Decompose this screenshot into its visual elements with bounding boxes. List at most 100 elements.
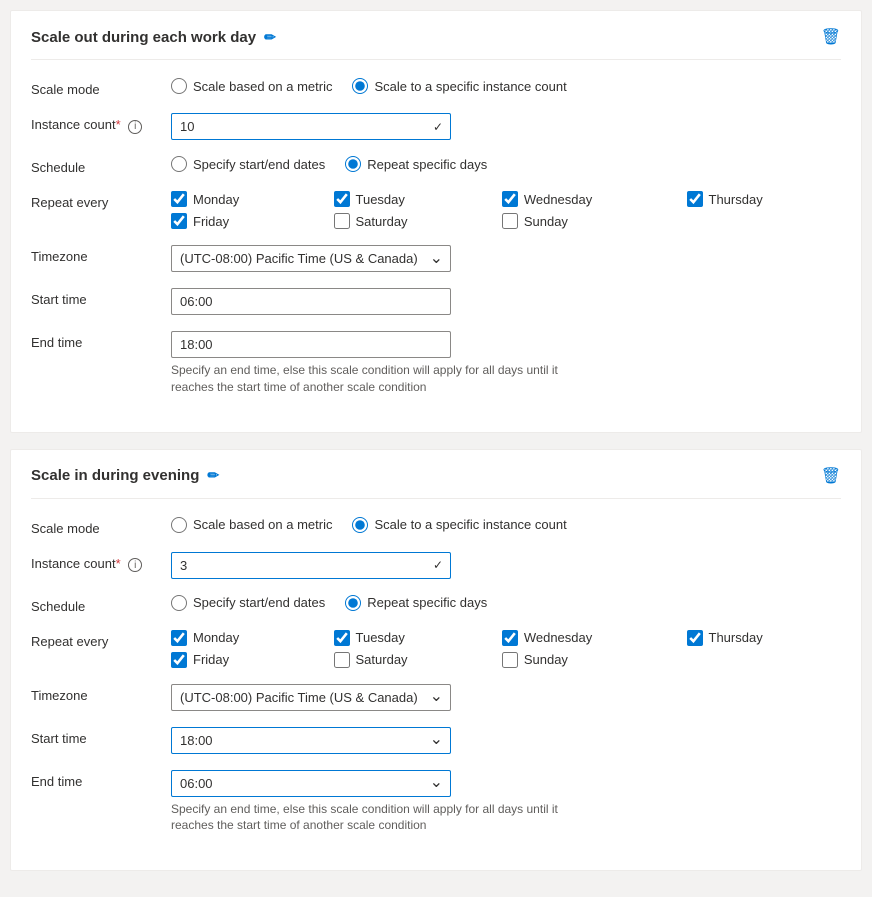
card2-schedule-dates-label: Specify start/end dates [193,595,325,610]
card1-start-time-control [171,288,841,315]
card2-day-sunday[interactable]: Sunday [502,652,671,668]
card2-timezone-label: Timezone [31,684,171,703]
card1-instance-info-icon[interactable]: i [128,120,142,134]
card2-end-time-wrapper: 06:00 [171,770,451,797]
card1-title: Scale out during each work day ✏ [31,29,276,46]
card2-scale-instance-label: Scale to a specific instance count [374,517,566,532]
card2-start-time-row: Start time 18:00 [31,727,841,754]
card1-scale-mode-control: Scale based on a metric Scale to a speci… [171,78,841,94]
card1-day-tuesday[interactable]: Tuesday [334,191,486,207]
card2-end-time-hint: Specify an end time, else this scale con… [171,801,591,835]
card1-delete-icon[interactable]: 🗑 [821,27,841,47]
card1-day-friday[interactable]: Friday [171,213,318,229]
card1-scale-mode-label: Scale mode [31,78,171,97]
card2-repeat-every-row: Repeat every Monday Tuesday Wednesday Th… [31,630,841,668]
card1-repeat-every-control: Monday Tuesday Wednesday Thursday Friday [171,191,841,229]
card2-schedule-control: Specify start/end dates Repeat specific … [171,595,841,611]
card2-scale-mode-control: Scale based on a metric Scale to a speci… [171,517,841,533]
card1-timezone-wrapper: (UTC-08:00) Pacific Time (US & Canada) [171,245,451,272]
card2-days-grid: Monday Tuesday Wednesday Thursday Friday [171,630,841,668]
card2-timezone-wrapper: (UTC-08:00) Pacific Time (US & Canada) [171,684,451,711]
card1-day-wednesday-label: Wednesday [524,192,592,207]
card2-timezone-select[interactable]: (UTC-08:00) Pacific Time (US & Canada) [171,684,451,711]
card1-header: Scale out during each work day ✏ 🗑 [31,27,841,60]
card1-day-saturday[interactable]: Saturday [334,213,486,229]
card2-edit-icon[interactable]: ✏ [207,467,219,484]
card2-title: Scale in during evening ✏ [31,467,219,484]
card1-scale-metric-option[interactable]: Scale based on a metric [171,78,332,94]
card2-instance-count-input[interactable] [171,552,451,579]
card1-instance-input-wrapper [171,113,451,140]
card1-instance-count-control [171,113,841,140]
card1-timezone-label: Timezone [31,245,171,264]
card1-day-wednesday[interactable]: Wednesday [502,191,671,207]
card2-start-time-wrapper: 18:00 [171,727,451,754]
card1-schedule-dates-label: Specify start/end dates [193,157,325,172]
card2-delete-icon[interactable]: 🗑 [821,466,841,486]
card1-day-sunday[interactable]: Sunday [502,213,671,229]
card1-schedule-dates-option[interactable]: Specify start/end dates [171,156,325,172]
scale-out-card: Scale out during each work day ✏ 🗑 Scale… [10,10,862,433]
card1-scale-mode-row: Scale mode Scale based on a metric Scale… [31,78,841,97]
card2-end-time-select[interactable]: 06:00 [171,770,451,797]
card2-end-time-control: 06:00 Specify an end time, else this sca… [171,770,841,835]
card1-end-time-control: Specify an end time, else this scale con… [171,331,841,396]
card2-schedule-dates-option[interactable]: Specify start/end dates [171,595,325,611]
card1-schedule-repeat-option[interactable]: Repeat specific days [345,156,487,172]
card1-end-time-input[interactable] [171,331,451,358]
card2-day-wednesday-label: Wednesday [524,630,592,645]
card2-day-tuesday[interactable]: Tuesday [334,630,486,646]
card2-schedule-repeat-option[interactable]: Repeat specific days [345,595,487,611]
card2-instance-input-wrapper [171,552,451,579]
card1-schedule-repeat-label: Repeat specific days [367,157,487,172]
card1-schedule-label: Schedule [31,156,171,175]
card2-scale-mode-row: Scale mode Scale based on a metric Scale… [31,517,841,536]
card2-instance-count-control [171,552,841,579]
card1-day-thursday[interactable]: Thursday [687,191,841,207]
card2-header: Scale in during evening ✏ 🗑 [31,466,841,499]
card2-day-saturday-label: Saturday [356,652,408,667]
card1-start-time-label: Start time [31,288,171,307]
card2-scale-metric-label: Scale based on a metric [193,517,332,532]
card1-timezone-row: Timezone (UTC-08:00) Pacific Time (US & … [31,245,841,272]
card2-scale-metric-option[interactable]: Scale based on a metric [171,517,332,533]
card2-day-saturday[interactable]: Saturday [334,652,486,668]
card2-start-time-control: 18:00 [171,727,841,754]
card1-day-monday[interactable]: Monday [171,191,318,207]
card2-title-text: Scale in during evening [31,467,199,484]
card1-end-time-label: End time [31,331,171,350]
card1-repeat-every-label: Repeat every [31,191,171,210]
card2-instance-info-icon[interactable]: i [128,558,142,572]
card1-end-time-hint: Specify an end time, else this scale con… [171,362,591,396]
card1-day-monday-label: Monday [193,192,239,207]
card1-timezone-control: (UTC-08:00) Pacific Time (US & Canada) [171,245,841,272]
card2-timezone-control: (UTC-08:00) Pacific Time (US & Canada) [171,684,841,711]
card2-day-wednesday[interactable]: Wednesday [502,630,671,646]
card1-day-friday-label: Friday [193,214,229,229]
card2-day-sunday-label: Sunday [524,652,568,667]
card1-scale-instance-option[interactable]: Scale to a specific instance count [352,78,566,94]
card2-timezone-row: Timezone (UTC-08:00) Pacific Time (US & … [31,684,841,711]
card2-schedule-label: Schedule [31,595,171,614]
card1-start-time-input[interactable] [171,288,451,315]
card2-start-time-select[interactable]: 18:00 [171,727,451,754]
card1-scale-instance-label: Scale to a specific instance count [374,79,566,94]
card2-scale-mode-label: Scale mode [31,517,171,536]
card1-instance-count-input[interactable] [171,113,451,140]
card2-day-monday[interactable]: Monday [171,630,318,646]
card1-timezone-select[interactable]: (UTC-08:00) Pacific Time (US & Canada) [171,245,451,272]
card2-scale-instance-option[interactable]: Scale to a specific instance count [352,517,566,533]
card1-day-saturday-label: Saturday [356,214,408,229]
card1-end-time-row: End time Specify an end time, else this … [31,331,841,396]
card2-day-thursday-label: Thursday [709,630,763,645]
card1-days-grid: Monday Tuesday Wednesday Thursday Friday [171,191,841,229]
card2-day-friday-label: Friday [193,652,229,667]
card1-edit-icon[interactable]: ✏ [264,29,276,46]
card2-repeat-every-label: Repeat every [31,630,171,649]
scale-in-card: Scale in during evening ✏ 🗑 Scale mode S… [10,449,862,872]
card2-day-friday[interactable]: Friday [171,652,318,668]
card1-day-thursday-label: Thursday [709,192,763,207]
card1-schedule-control: Specify start/end dates Repeat specific … [171,156,841,172]
card1-day-tuesday-label: Tuesday [356,192,405,207]
card2-day-thursday[interactable]: Thursday [687,630,841,646]
